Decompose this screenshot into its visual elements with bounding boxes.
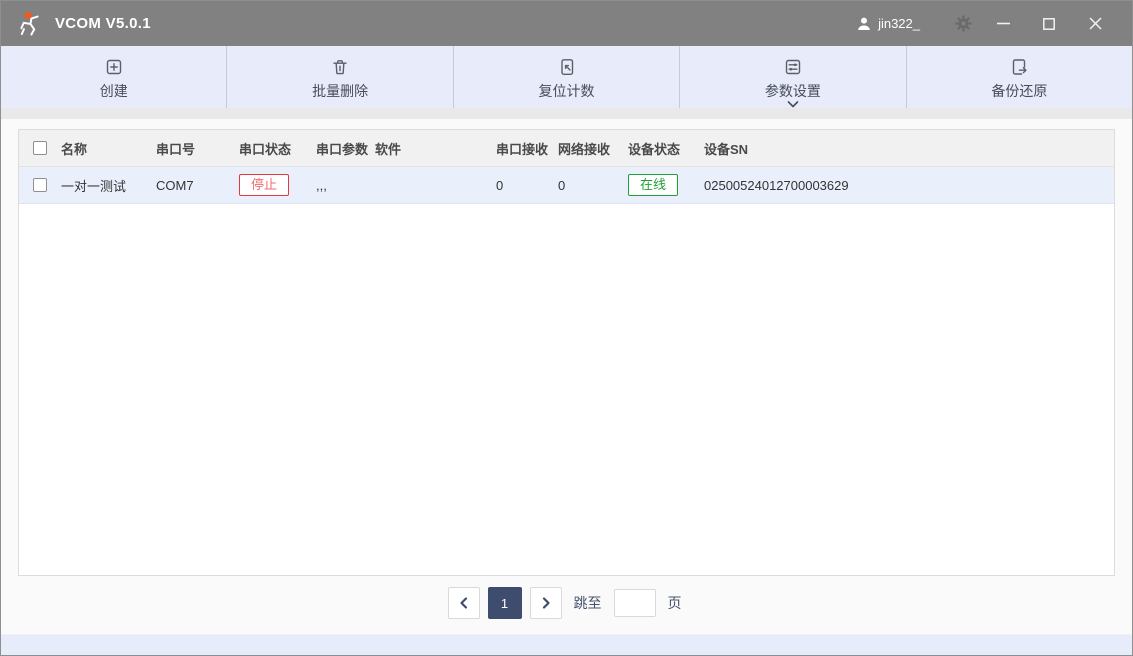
- cell-port-received: 0: [494, 178, 556, 193]
- close-icon: [1089, 17, 1102, 30]
- gear-icon: [955, 15, 972, 32]
- maximize-button[interactable]: [1026, 9, 1072, 39]
- backup-restore-button[interactable]: 备份还原: [906, 46, 1132, 108]
- cell-name: 一对一测试: [59, 176, 154, 195]
- chevron-down-icon[interactable]: [787, 101, 799, 108]
- jump-to-label: 跳至: [574, 593, 602, 613]
- col-header-device-status: 设备状态: [626, 139, 702, 158]
- cell-device-status: 在线: [626, 174, 702, 196]
- chevron-right-icon: [539, 596, 553, 610]
- param-settings-button[interactable]: 参数设置: [679, 46, 905, 108]
- col-header-software: 软件: [373, 139, 494, 158]
- col-header-port-status: 串口状态: [237, 139, 314, 158]
- create-icon: [104, 57, 124, 77]
- chevron-left-icon: [457, 596, 471, 610]
- batch-delete-button[interactable]: 批量删除: [226, 46, 452, 108]
- maximize-icon: [1043, 18, 1055, 30]
- table-header-row: 名称 串口号 串口状态 串口参数 软件 串口接收 网络接收 设备状态 设备SN: [19, 130, 1114, 167]
- cell-port-status: 停止: [237, 174, 314, 196]
- reset-count-button[interactable]: 复位计数: [453, 46, 679, 108]
- reset-count-label: 复位计数: [539, 81, 595, 101]
- user-account-button[interactable]: jin322_: [856, 16, 920, 32]
- batch-delete-label: 批量删除: [312, 81, 368, 101]
- minimize-button[interactable]: [980, 9, 1026, 39]
- table-row[interactable]: 一对一测试 COM7 停止 ,,, 0 0 在线 025005240127000…: [19, 167, 1114, 204]
- titlebar-controls: jin322_: [856, 9, 1118, 39]
- next-page-button[interactable]: [530, 587, 562, 619]
- close-button[interactable]: [1072, 9, 1118, 39]
- batch-delete-icon: [330, 57, 350, 77]
- username-label: jin322_: [878, 16, 920, 31]
- col-header-name: 名称: [59, 139, 154, 158]
- create-label: 创建: [100, 81, 128, 101]
- settings-gear-button[interactable]: [946, 9, 980, 39]
- prev-page-button[interactable]: [448, 587, 480, 619]
- pagination: 1 跳至 页: [18, 587, 1115, 619]
- backup-restore-label: 备份还原: [991, 81, 1047, 101]
- cell-device-sn: 02500524012700003629: [702, 178, 1114, 193]
- col-header-net-received: 网络接收: [556, 139, 626, 158]
- port-status-stopped-badge: 停止: [239, 174, 289, 196]
- select-all-cell: [19, 141, 59, 155]
- user-icon: [856, 16, 872, 32]
- reset-count-icon: [557, 57, 577, 77]
- row-select-cell: [19, 178, 59, 192]
- backup-restore-icon: [1009, 57, 1029, 77]
- cell-com-port: COM7: [154, 178, 237, 193]
- toolbar: 创建 批量删除 复位计数: [1, 46, 1132, 108]
- device-table: 名称 串口号 串口状态 串口参数 软件 串口接收 网络接收 设备状态 设备SN …: [18, 129, 1115, 576]
- row-checkbox[interactable]: [33, 178, 47, 192]
- main-content: 名称 串口号 串口状态 串口参数 软件 串口接收 网络接收 设备状态 设备SN …: [1, 119, 1132, 634]
- app-title: VCOM V5.0.1: [55, 15, 151, 32]
- col-header-port-params: 串口参数: [314, 139, 373, 158]
- col-header-device-sn: 设备SN: [702, 139, 1114, 158]
- col-header-com-port: 串口号: [154, 139, 237, 158]
- status-bar: [1, 634, 1132, 655]
- device-status-online-badge: 在线: [628, 174, 678, 196]
- page-number-button[interactable]: 1: [488, 587, 522, 619]
- minimize-icon: [997, 22, 1010, 25]
- cell-net-received: 0: [556, 178, 626, 193]
- select-all-checkbox[interactable]: [33, 141, 47, 155]
- usr-runner-logo-icon: [15, 9, 45, 39]
- col-header-port-received: 串口接收: [494, 139, 556, 158]
- param-settings-icon: [783, 57, 803, 77]
- create-button[interactable]: 创建: [1, 46, 226, 108]
- jump-page-input[interactable]: [614, 589, 656, 617]
- page-unit-label: 页: [668, 593, 682, 613]
- toolbar-divider-strip: [1, 108, 1132, 119]
- title-bar: VCOM V5.0.1 jin322_: [1, 1, 1132, 46]
- param-settings-label: 参数设置: [765, 81, 821, 101]
- vcom-window: VCOM V5.0.1 jin322_: [0, 0, 1133, 656]
- cell-port-params: ,,,: [314, 178, 373, 193]
